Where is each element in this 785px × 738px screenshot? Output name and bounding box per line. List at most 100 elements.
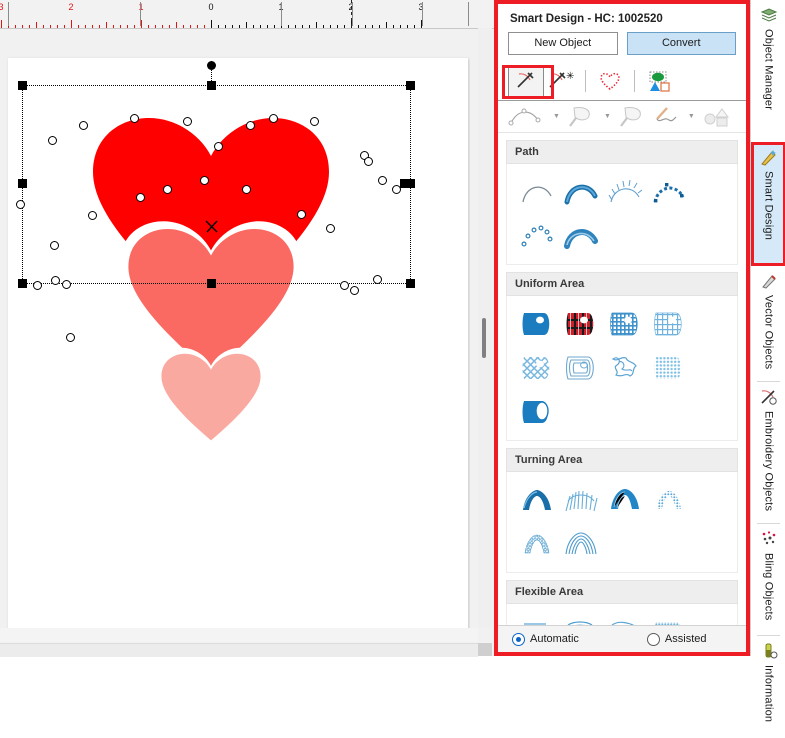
tab-bling-objects[interactable]: Bling Objects [751,526,785,634]
shape-pair-tool-button[interactable] [702,106,732,128]
digitize-tool-button[interactable] [508,65,544,97]
new-object-button[interactable]: New Object [508,32,618,55]
node-handle[interactable] [246,121,255,130]
node-handle[interactable] [62,280,71,289]
rotation-handle[interactable] [207,61,216,70]
ruler-separator [422,2,423,26]
fill-solid-fill[interactable] [515,302,559,346]
tab-object-manager[interactable]: Object Manager [751,2,785,140]
node-handle[interactable] [340,281,349,290]
fill-stipple-fill[interactable] [603,346,647,390]
tab-label: Bling Objects [762,553,775,621]
horizontal-ruler[interactable]: 3210123 [0,0,494,29]
node-handle[interactable] [350,286,359,295]
fill-dotted-fill[interactable] [647,346,691,390]
node-handle[interactable] [392,185,401,194]
magnifier-alt-tool-button[interactable] [618,105,648,129]
section-body-path [506,164,738,265]
pencil-tool-button[interactable] [651,106,681,128]
node-handle[interactable] [88,211,97,220]
resize-handle-se[interactable] [406,279,415,288]
section-header-flexible-area: Flexible Area [506,580,738,604]
stitch-dotted-arc-stitch[interactable] [647,170,691,214]
turning-turning-satin[interactable] [515,478,559,522]
stitch-satin-arc-stitch[interactable] [559,170,603,214]
node-handle[interactable] [297,210,306,219]
node-handle[interactable] [183,117,192,126]
section-body-uniform-area [506,296,738,441]
curve-node-tool-button[interactable] [508,107,546,127]
tool-separator [585,70,586,92]
fill-ring-fill[interactable] [515,390,559,434]
turning-turning-solid[interactable] [603,478,647,522]
turning-turning-dotted[interactable] [647,478,691,522]
node-handle[interactable] [269,114,278,123]
node-handle[interactable] [66,333,75,342]
section-body-turning-area [506,472,738,573]
stitch-bead-arc-stitch[interactable] [515,214,559,258]
node-handle[interactable] [130,114,139,123]
node-handle[interactable] [136,193,145,202]
tab-smart-design[interactable]: Smart Design [751,144,785,264]
section-header-uniform-area: Uniform Area [506,272,738,296]
resize-handle-e2[interactable] [406,179,415,188]
scrollbar-corner [478,643,492,656]
fill-diamond-net-fill[interactable] [515,346,559,390]
node-handle[interactable] [373,275,382,284]
turning-turning-bead[interactable] [515,522,559,566]
node-handle[interactable] [79,121,88,130]
digitize-tool-icon [517,72,534,88]
turning-turning-contour[interactable] [559,522,603,566]
fill-grid-fill[interactable] [603,302,647,346]
node-handle[interactable] [214,142,223,151]
radio-automatic[interactable]: Automatic [512,632,579,646]
node-handle[interactable] [51,276,60,285]
magnifier-tool-button[interactable] [567,105,597,129]
turning-turning-fringe[interactable] [559,478,603,522]
scrollbar-thumb[interactable] [482,318,486,358]
shapes-tool-button[interactable] [642,66,676,96]
radio-assisted[interactable]: Assisted [646,632,707,646]
node-handle[interactable] [33,281,42,290]
tab-vector-objects[interactable]: Vector Objects [751,268,785,380]
node-handle[interactable] [378,176,387,185]
outline-heart-tool-button[interactable] [593,66,627,96]
node-handle[interactable] [48,136,57,145]
fill-tartan-fill[interactable] [559,302,603,346]
resize-handle-s[interactable] [207,279,216,288]
radio-automatic-icon [512,632,525,646]
chevron-down-icon[interactable]: ▼ [600,113,615,120]
resize-handle-n[interactable] [207,81,216,90]
resize-handle-ne[interactable] [406,81,415,90]
node-handle[interactable] [16,200,25,209]
resize-handle-w[interactable] [18,179,27,188]
design-workspace: 3210123 [0,0,494,657]
stitch-layered-arc-stitch[interactable] [559,214,603,258]
ruler-tick [1,20,2,28]
tab-divider [757,635,780,636]
node-handle[interactable] [200,176,209,185]
node-handle[interactable] [242,185,251,194]
resize-handle-sw[interactable] [18,279,27,288]
node-handle[interactable] [326,224,335,233]
fill-open-grid-fill[interactable] [647,302,691,346]
tab-information[interactable]: Information [751,638,785,738]
layers-icon [760,6,778,27]
node-handle[interactable] [364,157,373,166]
fill-contour-fill[interactable] [559,346,603,390]
resize-handle-nw[interactable] [18,81,27,90]
node-handle[interactable] [310,117,319,126]
node-handle[interactable] [163,185,172,194]
tab-embroidery-objects[interactable]: Embroidery Objects [751,384,785,522]
tool-separator [634,70,635,92]
canvas-vertical-scrollbar[interactable] [478,28,492,628]
chevron-down-icon[interactable]: ▼ [549,113,564,120]
node-handle[interactable] [50,241,59,250]
chevron-down-icon[interactable]: ▼ [684,113,699,120]
heart-artwork[interactable] [0,28,470,628]
stitch-fringe-arc-stitch[interactable] [603,170,647,214]
stitch-plain-arc-stitch[interactable] [515,170,559,214]
digitize-auto-tool-button[interactable]: ✳ [544,66,578,96]
convert-button[interactable]: Convert [626,32,736,55]
design-canvas[interactable] [0,28,470,628]
